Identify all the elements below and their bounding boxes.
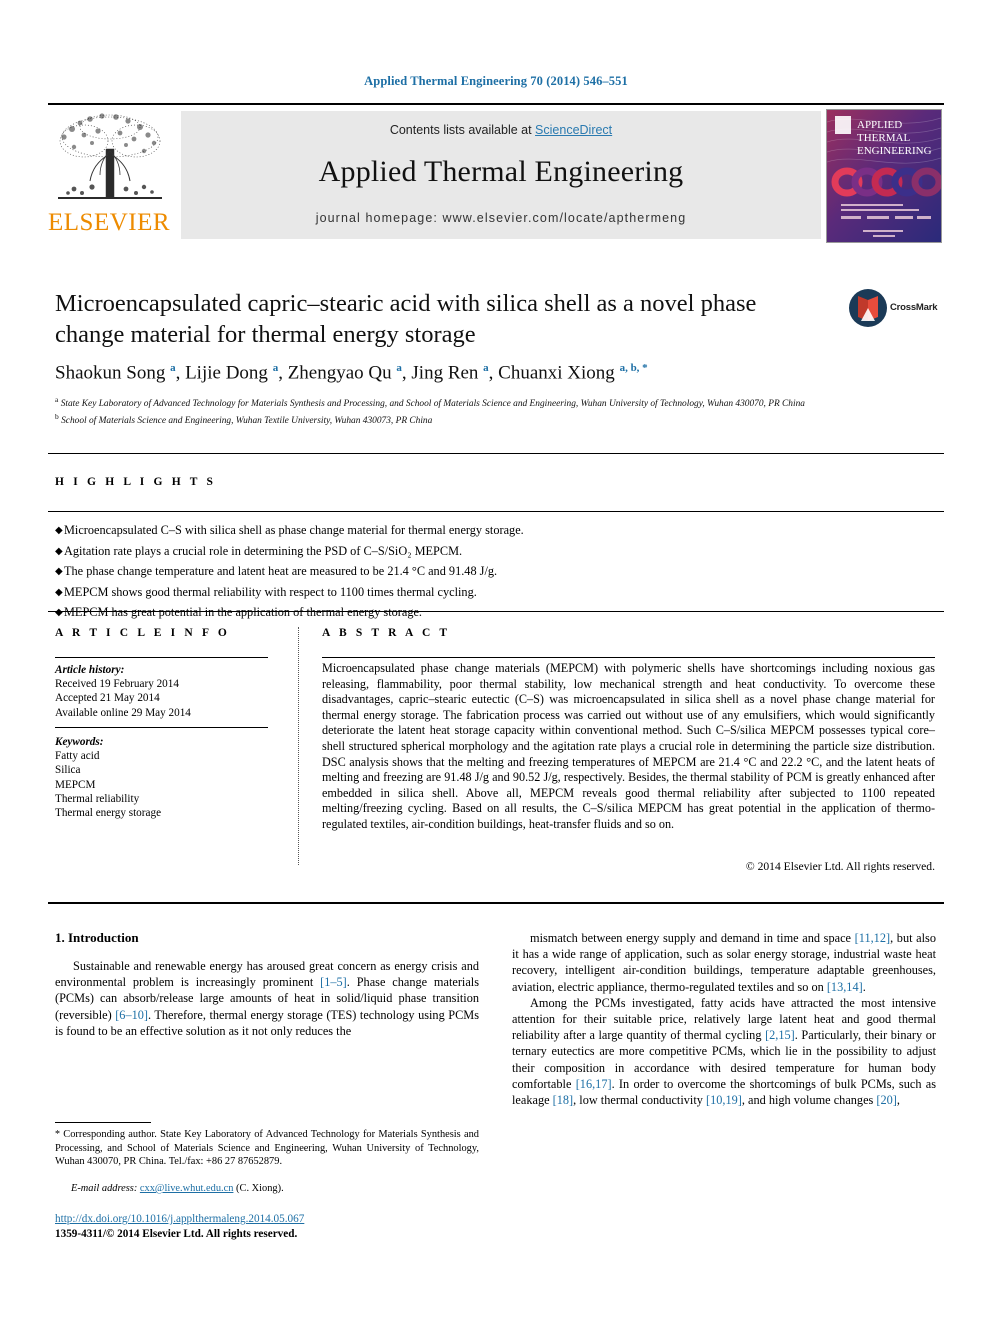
article-info-heading: A R T I C L E I N F O xyxy=(55,627,230,639)
highlights-list: ◆Microencapsulated C–S with silica shell… xyxy=(55,521,935,624)
rule-footnote xyxy=(55,1122,151,1123)
doi-block: http://dx.doi.org/10.1016/j.applthermale… xyxy=(55,1212,555,1242)
page-title: Microencapsulated capric–stearic acid wi… xyxy=(55,290,757,348)
keywords-block: Keywords: Fatty acid Silica MEPCM Therma… xyxy=(55,735,275,820)
body-column-right: mismatch between energy supply and deman… xyxy=(512,930,936,1108)
keyword-item: MEPCM xyxy=(55,778,96,791)
doi-link[interactable]: http://dx.doi.org/10.1016/j.applthermale… xyxy=(55,1213,304,1225)
history-received: Received 19 February 2014 xyxy=(55,678,179,691)
history-online: Available online 29 May 2014 xyxy=(55,706,191,719)
abstract-heading: A B S T R A C T xyxy=(322,627,451,639)
svg-text:THERMAL: THERMAL xyxy=(857,132,910,144)
email-owner: (C. Xiong). xyxy=(236,1183,284,1194)
svg-text:ENGINEERING: ENGINEERING xyxy=(857,145,932,157)
elsevier-wordmark: ELSEVIER xyxy=(48,209,171,236)
masthead-center-panel: Contents lists available at ScienceDirec… xyxy=(181,111,821,239)
crossmark-label: CrossMark xyxy=(890,302,938,313)
crossmark-badge[interactable]: CrossMark xyxy=(848,288,938,330)
paper-page: Applied Thermal Engineering 70 (2014) 54… xyxy=(0,0,992,1323)
bullet-icon: ◆ xyxy=(55,586,63,598)
elsevier-tree-icon xyxy=(54,111,166,209)
highlight-item: ◆Microencapsulated C–S with silica shell… xyxy=(55,521,935,542)
affiliations: a State Key Laboratory of Advanced Techn… xyxy=(55,394,855,427)
bullet-icon: ◆ xyxy=(55,525,63,536)
paragraph: Among the PCMs investigated, fatty acids… xyxy=(512,995,937,1108)
sciencedirect-link[interactable]: ScienceDirect xyxy=(535,123,612,137)
abstract-copyright: © 2014 Elsevier Ltd. All rights reserved… xyxy=(745,860,935,873)
keyword-item: Fatty acid xyxy=(55,750,100,763)
journal-masthead: ELSEVIER Contents lists available at Sci… xyxy=(48,103,944,243)
contents-list-line: Contents lists available at ScienceDirec… xyxy=(181,123,821,137)
keywords-label: Keywords: xyxy=(55,736,104,748)
column-divider xyxy=(298,627,299,865)
journal-homepage-line[interactable]: journal homepage: www.elsevier.com/locat… xyxy=(181,211,821,225)
journal-title: Applied Thermal Engineering xyxy=(318,155,684,188)
contents-prefix: Contents lists available at xyxy=(389,123,536,137)
journal-cover-thumbnail: APPLIED THERMAL ENGINEERING xyxy=(826,109,942,243)
highlight-item: ◆MEPCM shows good thermal reliability wi… xyxy=(55,583,935,604)
email-line: E-mail address: cxx@live.whut.edu.cn (C.… xyxy=(55,1183,479,1194)
elsevier-logo: ELSEVIER xyxy=(48,111,170,239)
keyword-item: Thermal reliability xyxy=(55,792,140,805)
bullet-icon: ◆ xyxy=(55,607,63,618)
article-history-label: Article history: xyxy=(55,664,125,676)
highlights-heading: H I G H L I G H T S xyxy=(55,476,217,488)
highlight-item: ◆The phase change temperature and latent… xyxy=(55,562,935,583)
abstract-text: Microencapsulated phase change materials… xyxy=(322,661,935,831)
paragraph: mismatch between energy supply and deman… xyxy=(512,931,936,994)
keyword-item: Silica xyxy=(55,764,81,777)
affiliation-a: a State Key Laboratory of Advanced Techn… xyxy=(55,395,805,410)
rule-abstract xyxy=(322,657,935,658)
running-head: Applied Thermal Engineering 70 (2014) 54… xyxy=(364,74,628,88)
keyword-item: Thermal energy storage xyxy=(55,807,162,820)
paragraph: Sustainable and renewable energy has aro… xyxy=(55,959,479,1038)
bullet-icon: ◆ xyxy=(55,566,63,577)
crossmark-icon xyxy=(849,289,887,327)
corresponding-author-note: * Corresponding author. State Key Labora… xyxy=(55,1129,479,1168)
rule-article-info xyxy=(55,657,268,658)
highlight-item: ◆Agitation rate plays a crucial role in … xyxy=(55,542,935,563)
body-column-left: 1. Introduction Sustainable and renewabl… xyxy=(55,930,479,1039)
svg-text:APPLIED: APPLIED xyxy=(857,119,902,131)
email-link[interactable]: cxx@live.whut.edu.cn xyxy=(140,1183,234,1194)
affiliation-b: b School of Materials Science and Engine… xyxy=(55,411,433,426)
rule-highlights-bottom xyxy=(48,611,944,612)
bullet-icon: ◆ xyxy=(55,545,63,557)
rule-body-top xyxy=(48,902,944,904)
author-list: Shaokun Song a, Lijie Dong a, Zhengyao Q… xyxy=(55,362,648,384)
rule-highlights-mid xyxy=(48,511,944,512)
history-accepted: Accepted 21 May 2014 xyxy=(55,692,160,705)
rule-highlights-top xyxy=(48,453,944,454)
section-title-introduction: 1. Introduction xyxy=(55,930,139,945)
rule-history-bottom xyxy=(55,727,268,728)
email-label: E-mail address: xyxy=(71,1183,138,1194)
article-history: Article history: Received 19 February 20… xyxy=(55,663,275,720)
highlight-item: ◆MEPCM has great potential in the applic… xyxy=(55,603,935,624)
issn-copyright-line: 1359-4311/© 2014 Elsevier Ltd. All right… xyxy=(55,1228,298,1240)
